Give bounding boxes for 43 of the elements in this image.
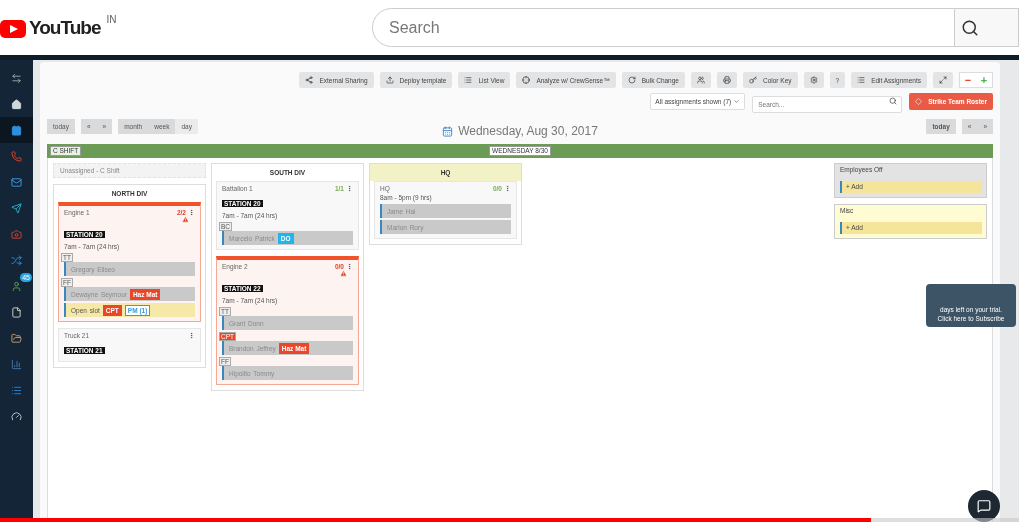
- shuffle-icon: [11, 254, 22, 266]
- printer-button[interactable]: [716, 72, 737, 88]
- refresh-icon: [627, 76, 636, 84]
- search-icon: [889, 97, 898, 105]
- settings-icon: [809, 76, 818, 84]
- list-icon: [11, 384, 22, 396]
- bar-chart-icon: [11, 358, 22, 370]
- users-icon: [696, 76, 705, 84]
- warning-icon: [340, 270, 347, 277]
- calendar-icon: [442, 125, 454, 137]
- list-icon: [464, 76, 473, 84]
- paper-plane-icon: [11, 202, 22, 214]
- crosshair-icon: [522, 76, 531, 84]
- search-field[interactable]: Search: [372, 8, 955, 47]
- printer-icon: [722, 76, 731, 84]
- search-button[interactable]: [955, 8, 1019, 47]
- key-icon: [748, 76, 757, 84]
- calendar-icon: [11, 124, 22, 136]
- swap-icon: [11, 72, 22, 84]
- list-icon: [857, 76, 866, 84]
- mail-icon: [11, 176, 22, 188]
- person-icon: [11, 280, 22, 292]
- share-icon: [305, 76, 314, 84]
- users-button[interactable]: [690, 72, 711, 88]
- search-icon: [961, 18, 979, 37]
- region-label: IN: [106, 13, 117, 25]
- file-icon: [11, 306, 22, 318]
- chat-icon: [977, 499, 991, 513]
- expand-button[interactable]: [933, 72, 953, 88]
- diamond-icon: [915, 98, 923, 105]
- caret-icon: [733, 98, 741, 105]
- gauge-icon: [11, 410, 22, 422]
- warning-icon: [182, 216, 189, 223]
- settings-button[interactable]: [803, 72, 824, 88]
- home-icon: [11, 98, 22, 110]
- upload-icon: [385, 76, 394, 84]
- logo-text[interactable]: YouTube: [29, 16, 101, 39]
- camera-icon: [11, 228, 22, 240]
- phone-icon: [11, 150, 22, 162]
- folder-icon: [11, 332, 22, 344]
- expand-icon: [939, 76, 947, 84]
- date-title: Wednesday, Aug 30, 2017: [458, 124, 598, 138]
- sidebar-item[interactable]: [0, 117, 33, 143]
